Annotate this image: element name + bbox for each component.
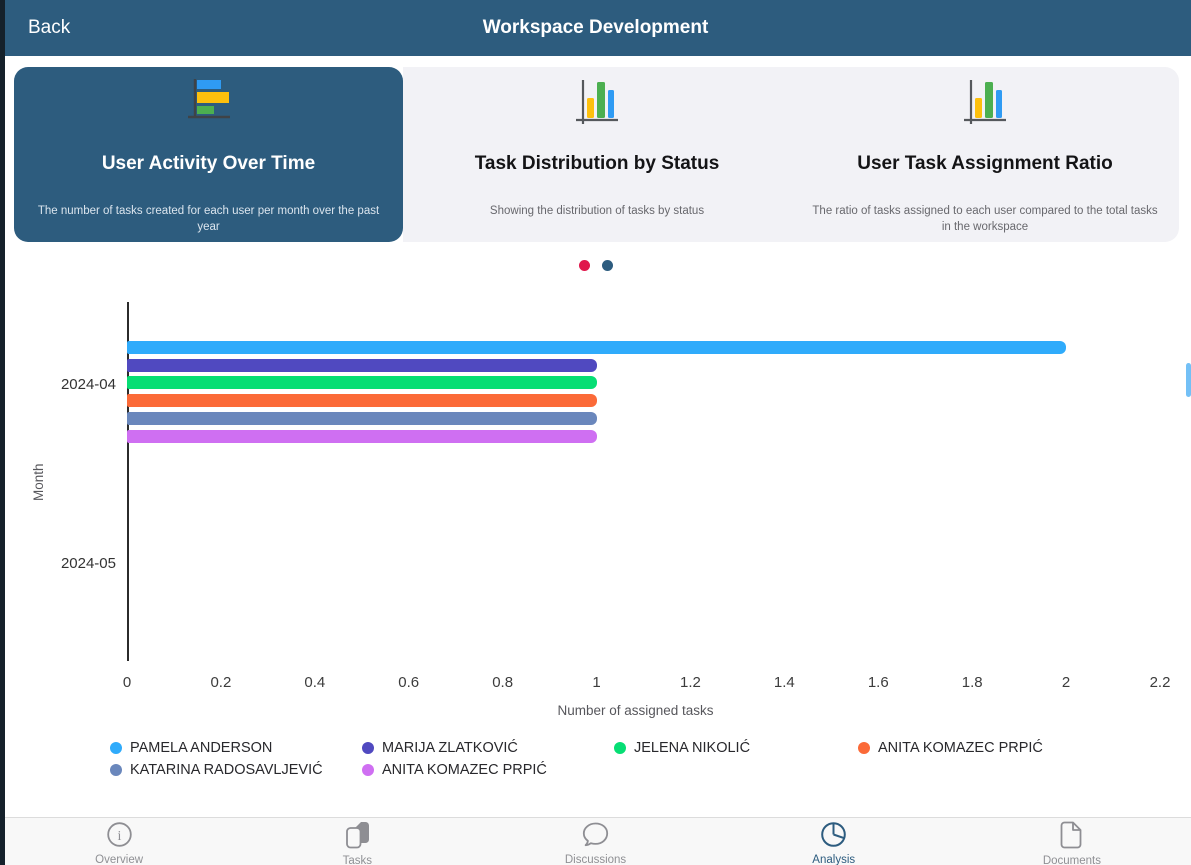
x-axis-tick-label: 0.8 [473, 674, 533, 691]
page-title: Workspace Development [0, 0, 1191, 56]
tab-tasks[interactable]: Tasks [238, 818, 476, 865]
tab-label: Tasks [343, 855, 372, 865]
bar-segment[interactable] [127, 341, 1066, 354]
x-axis-tick-label: 0 [97, 674, 157, 691]
legend-label: KATARINA RADOSAVLJEVIĆ [130, 762, 323, 778]
bar-segment[interactable] [127, 430, 597, 443]
legend-color-dot [362, 742, 374, 754]
tab-overview[interactable]: i Overview [0, 818, 238, 865]
tab-discussions[interactable]: Discussions [476, 818, 714, 865]
legend-label: JELENA NIKOLIĆ [634, 740, 750, 756]
x-axis-tick-label: 2 [1036, 674, 1096, 691]
bar-segment[interactable] [127, 359, 597, 372]
x-axis-tick-label: 0.4 [285, 674, 345, 691]
screen-edge-strip [0, 0, 5, 865]
y-axis-category-label: 2024-04 [28, 376, 116, 393]
x-axis-tick-label: 1.8 [942, 674, 1002, 691]
legend-item[interactable]: KATARINA RADOSAVLJEVIĆ [110, 762, 323, 778]
x-axis-tick-label: 1.2 [660, 674, 720, 691]
tab-documents[interactable]: Documents [953, 818, 1191, 865]
legend-item[interactable]: JELENA NIKOLIĆ [614, 740, 750, 756]
legend-item[interactable]: PAMELA ANDERSON [110, 740, 272, 756]
tab-label: Discussions [565, 854, 626, 865]
user-activity-bar-chart: 2024-04 2024-05 0 0.2 0.4 0.6 0.8 1 1.2 1.4 1.6 1.8… [0, 0, 1191, 865]
legend-label: MARIJA ZLATKOVIĆ [382, 740, 518, 756]
svg-text:i: i [117, 829, 121, 844]
legend-color-dot [110, 764, 122, 776]
tasks-icon [344, 821, 371, 854]
y-axis-line [127, 302, 129, 661]
pie-chart-icon [820, 821, 847, 853]
legend-color-dot [614, 742, 626, 754]
tab-analysis[interactable]: Analysis [715, 818, 953, 865]
tab-label: Analysis [812, 854, 855, 865]
legend-label: ANITA KOMAZEC PRPIĆ [382, 762, 547, 778]
legend-item[interactable]: ANITA KOMAZEC PRPIĆ [362, 762, 547, 778]
bar-segment[interactable] [127, 376, 597, 389]
top-nav-bar: Workspace Development Back [0, 0, 1191, 56]
bar-segment[interactable] [127, 412, 597, 425]
legend-color-dot [858, 742, 870, 754]
x-axis-tick-label: 1.4 [754, 674, 814, 691]
legend-color-dot [110, 742, 122, 754]
document-icon [1059, 821, 1084, 854]
tab-label: Documents [1043, 855, 1101, 865]
bar-segment[interactable] [127, 394, 597, 407]
y-axis-category-label: 2024-05 [28, 555, 116, 572]
app-window: Workspace Development Back User Activity… [0, 0, 1191, 865]
legend-label: ANITA KOMAZEC PRPIĆ [878, 740, 1043, 756]
legend-label: PAMELA ANDERSON [130, 740, 272, 756]
scrollbar[interactable] [1186, 363, 1191, 397]
x-axis-tick-label: 2.2 [1130, 674, 1190, 691]
x-axis-tick-label: 1.6 [848, 674, 908, 691]
legend-color-dot [362, 764, 374, 776]
x-axis-title: Number of assigned tasks [486, 703, 786, 718]
info-icon: i [106, 821, 133, 853]
legend-item[interactable]: MARIJA ZLATKOVIĆ [362, 740, 518, 756]
back-button[interactable]: Back [28, 0, 70, 56]
x-axis-tick-label: 0.6 [379, 674, 439, 691]
y-axis-title: Month [31, 463, 46, 501]
x-axis-tick-label: 0.2 [191, 674, 251, 691]
speech-bubble-icon [581, 821, 610, 853]
tab-label: Overview [95, 854, 143, 865]
x-axis-tick-label: 1 [567, 674, 627, 691]
legend-item[interactable]: ANITA KOMAZEC PRPIĆ [858, 740, 1043, 756]
bottom-tab-bar: i Overview Tasks Discussions [0, 817, 1191, 865]
